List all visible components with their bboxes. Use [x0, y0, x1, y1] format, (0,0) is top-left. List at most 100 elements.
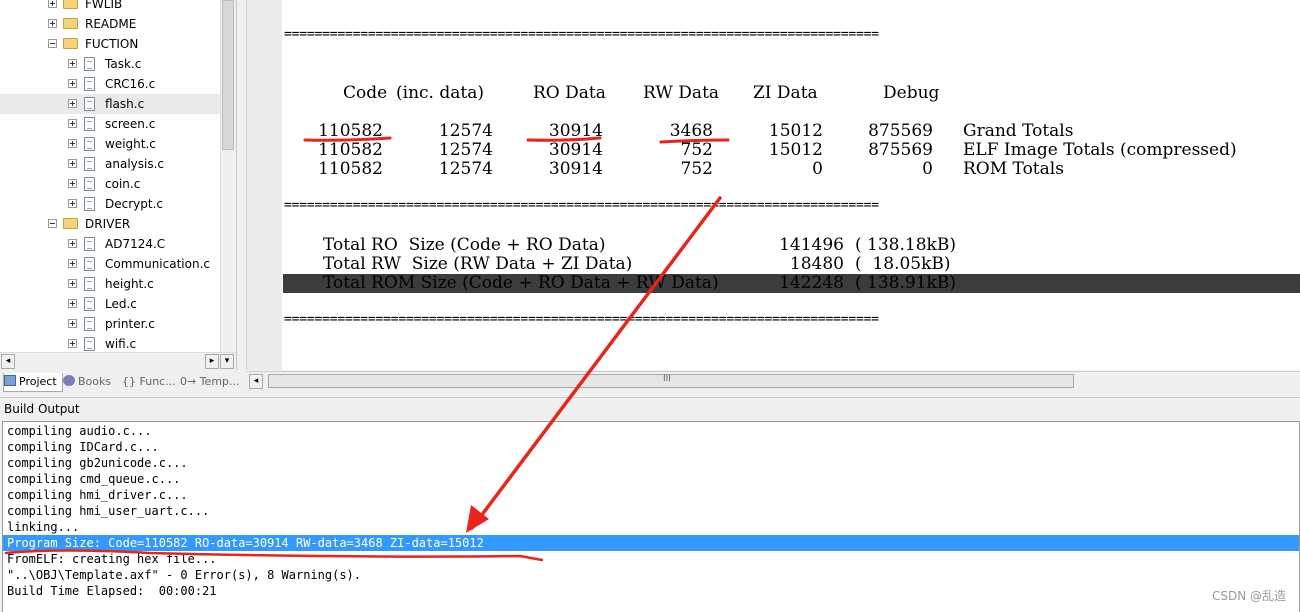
tree-item[interactable]: coin.c	[0, 174, 220, 194]
file-icon	[84, 317, 95, 331]
tree-item-label: FUCTION	[85, 37, 139, 51]
tree-item-label: Communication.c	[105, 257, 210, 271]
tree-item-label: weight.c	[105, 137, 156, 151]
expand-icon[interactable]	[68, 159, 77, 168]
tree-item-label: coin.c	[105, 177, 141, 191]
tree-item[interactable]: Task.c	[0, 54, 220, 74]
tree-item[interactable]: DRIVER	[0, 214, 220, 234]
file-icon	[84, 137, 95, 151]
editor-scroll-thumb[interactable]: III	[268, 374, 1074, 388]
cell-inc-data: 12574	[438, 121, 493, 141]
tree-item[interactable]: Communication.c	[0, 254, 220, 274]
expand-icon[interactable]	[68, 319, 77, 328]
cell-rw-data: 3468	[669, 121, 713, 141]
output-line: FromELF: creating hex file...	[7, 552, 217, 566]
editor-text-area[interactable]: ========================================…	[282, 0, 1300, 370]
tab-functions[interactable]: {} Func...	[122, 373, 178, 391]
tree-item[interactable]: README	[0, 14, 220, 34]
scroll-right-arrow-icon[interactable]: ▸	[205, 354, 219, 369]
tree-item-label: wifi.c	[105, 337, 137, 351]
cell-zi-data: 15012	[768, 140, 823, 160]
expand-icon[interactable]	[68, 259, 77, 268]
tree-item-label: height.c	[105, 277, 154, 291]
file-icon	[84, 257, 95, 271]
scroll-down-arrow-icon[interactable]: ▾	[220, 354, 234, 369]
editor-gutter	[246, 0, 283, 370]
tree-item-label: Task.c	[105, 57, 142, 71]
cell-ro-data: 30914	[548, 121, 603, 141]
build-output-pane[interactable]: compiling audio.c... compiling IDCard.c..…	[2, 421, 1300, 612]
row-label: ROM Totals	[963, 159, 1064, 179]
total-value: 142248	[779, 273, 844, 293]
tree-item-label: CRC16.c	[105, 77, 156, 91]
tab-books[interactable]: Books	[63, 373, 119, 391]
build-output-title: Build Output	[0, 397, 1300, 419]
column-header-rw-data: RW Data	[643, 83, 720, 103]
tree-item[interactable]: weight.c	[0, 134, 220, 154]
file-icon	[84, 157, 95, 171]
folder-icon	[63, 38, 78, 49]
cell-debug: 875569	[868, 121, 933, 141]
expand-icon[interactable]	[68, 119, 77, 128]
file-icon	[84, 237, 95, 251]
total-label: Total RO Size (Code + RO Data)	[323, 235, 606, 255]
expand-icon[interactable]	[68, 99, 77, 108]
expand-icon[interactable]	[68, 59, 77, 68]
tree-vertical-scroll-thumb[interactable]	[222, 0, 234, 150]
scroll-left-arrow-icon[interactable]: ◂	[249, 374, 263, 389]
tab-project-label: Project	[19, 375, 57, 388]
output-line: compiling hmi_user_uart.c...	[7, 504, 210, 518]
tree-item[interactable]: analysis.c	[0, 154, 220, 174]
total-kb: ( 18.05kB)	[855, 254, 951, 274]
cell-code: 110582	[318, 140, 383, 160]
tab-templates[interactable]: 0→ Temp...	[180, 373, 240, 391]
column-header-inc-data: (inc. data)	[396, 83, 484, 103]
collapse-icon[interactable]	[48, 39, 57, 48]
expand-icon[interactable]	[68, 279, 77, 288]
tree-item[interactable]: printer.c	[0, 314, 220, 334]
watermark: CSDN @乱造	[1211, 589, 1286, 603]
tree-item[interactable]: screen.c	[0, 114, 220, 134]
cell-ro-data: 30914	[548, 159, 603, 179]
expand-icon[interactable]	[68, 239, 77, 248]
tree-item[interactable]: flash.c	[0, 94, 220, 114]
tree-item[interactable]: FWLIB	[0, 0, 220, 14]
tree-item[interactable]: AD7124.C	[0, 234, 220, 254]
folder-icon	[63, 218, 78, 229]
file-icon	[84, 57, 95, 71]
tree-item-label: flash.c	[105, 97, 145, 111]
tab-functions-label: {} Func...	[122, 375, 176, 388]
expand-icon[interactable]	[68, 199, 77, 208]
expand-icon[interactable]	[48, 19, 57, 28]
books-icon	[63, 375, 75, 386]
cell-inc-data: 12574	[438, 140, 493, 160]
scroll-grip-icon: III	[663, 374, 671, 384]
file-icon	[84, 177, 95, 191]
expand-icon[interactable]	[68, 339, 77, 348]
tree-item-label: Decrypt.c	[105, 197, 163, 211]
expand-icon[interactable]	[68, 299, 77, 308]
separator-line: ========================================…	[284, 312, 879, 327]
folder-icon	[63, 0, 78, 9]
column-header-code: Code	[343, 83, 388, 103]
tree-item[interactable]: FUCTION	[0, 34, 220, 54]
expand-icon[interactable]	[68, 139, 77, 148]
tree-item[interactable]: Led.c	[0, 294, 220, 314]
file-icon	[84, 297, 95, 311]
tree-item[interactable]: Decrypt.c	[0, 194, 220, 214]
scroll-left-arrow-icon[interactable]: ◂	[1, 354, 15, 369]
cell-debug: 875569	[868, 140, 933, 160]
tab-project[interactable]: Project	[3, 373, 63, 392]
expand-icon[interactable]	[68, 79, 77, 88]
tree-item[interactable]: wifi.c	[0, 334, 220, 354]
total-value: 141496	[779, 235, 844, 255]
expand-icon[interactable]	[48, 0, 57, 8]
tree-item[interactable]: CRC16.c	[0, 74, 220, 94]
tree-horizontal-scrollbar[interactable]: ◂ ▸ ▾	[0, 352, 236, 370]
file-icon	[84, 97, 95, 111]
column-header-ro-data: RO Data	[533, 83, 606, 103]
collapse-icon[interactable]	[48, 219, 57, 228]
expand-icon[interactable]	[68, 179, 77, 188]
tree-item[interactable]: height.c	[0, 274, 220, 294]
cell-rw-data: 752	[680, 140, 713, 160]
